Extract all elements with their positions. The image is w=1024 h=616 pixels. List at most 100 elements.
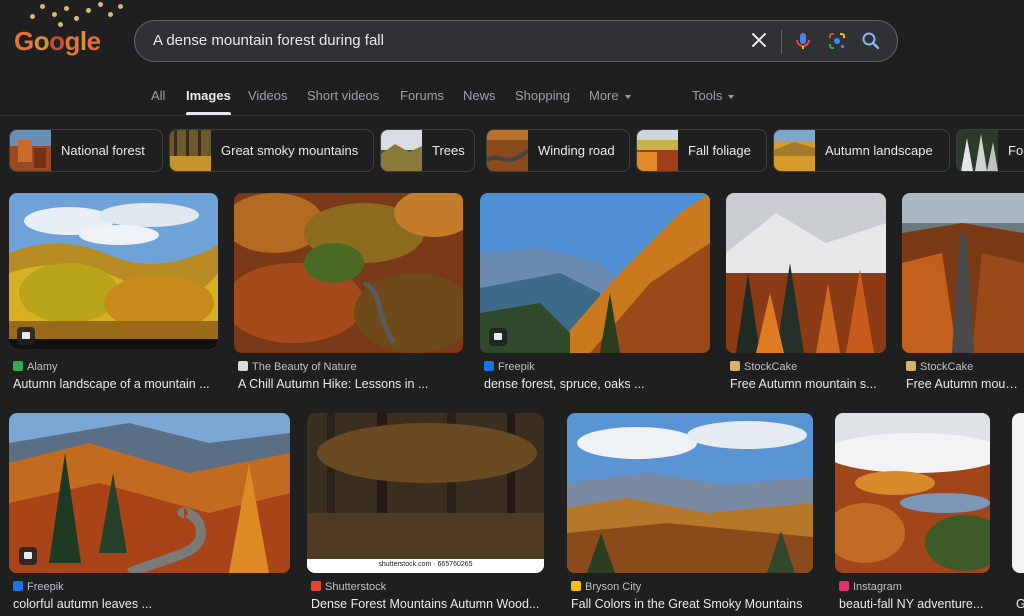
image-result[interactable]: Alamy Autumn landscape of a mountain ... [9, 193, 218, 393]
chip-fall-foliage[interactable]: Fall foliage [636, 129, 767, 172]
result-source[interactable]: Freepik [484, 361, 535, 373]
microphone-icon[interactable] [791, 29, 815, 53]
tab-news[interactable]: News [463, 88, 496, 103]
favicon [13, 361, 23, 371]
tab-more-label: More [589, 88, 619, 103]
result-title[interactable]: Free Autumn mountain s... [730, 377, 886, 391]
logo-letter: g [64, 26, 81, 56]
source-name: StockCake [744, 361, 798, 373]
tab-shopping[interactable]: Shopping [515, 88, 570, 103]
winding-road-autumn-image [9, 413, 290, 573]
chip-label: Fo [1008, 143, 1024, 158]
close-icon[interactable] [747, 28, 771, 52]
source-name: Instagram [853, 581, 902, 593]
favicon [839, 581, 849, 591]
image-result[interactable]: shutterstock.com · 665760265 Shutterstoc… [307, 413, 544, 613]
forest-road-image [234, 193, 463, 353]
tab-all[interactable]: All [151, 88, 165, 103]
result-image[interactable] [9, 193, 218, 349]
chip-national-forest[interactable]: National forest [9, 129, 163, 172]
result-image[interactable] [726, 193, 886, 353]
google-logo[interactable]: Google [14, 26, 101, 57]
chip-trees[interactable]: Trees [380, 129, 475, 172]
result-source[interactable]: Alamy [13, 361, 58, 373]
result-title[interactable]: Free Autumn mount... [906, 377, 1024, 391]
logo-letter: e [86, 26, 101, 56]
chip-thumbnail [381, 130, 422, 171]
result-title[interactable]: dense forest, spruce, oaks ... [484, 377, 710, 391]
search-divider [781, 30, 782, 54]
chip-partial[interactable]: Fo [956, 129, 1024, 172]
chip-winding-road[interactable]: Winding road [486, 129, 630, 172]
result-title[interactable]: beauti-fall NY adventure... [839, 597, 990, 611]
result-image[interactable] [234, 193, 463, 353]
image-result[interactable]: StockCake Free Autumn mount... [902, 193, 1024, 393]
result-image[interactable]: shutterstock.com · 665760265 [307, 413, 544, 573]
chip-great-smoky-mountains[interactable]: Great smoky mountains [169, 129, 374, 172]
logo-letter: l [79, 26, 87, 56]
favicon [238, 361, 248, 371]
image-result[interactable]: Bryson City Fall Colors in the Great Smo… [567, 413, 813, 613]
favicon [484, 361, 494, 371]
result-source[interactable]: The Beauty of Nature [238, 361, 357, 373]
search-input[interactable]: A dense mountain forest during fall [153, 32, 384, 49]
tab-forums[interactable]: Forums [400, 88, 444, 103]
source-name: The Beauty of Nature [252, 361, 357, 373]
chip-label: Autumn landscape [825, 143, 933, 158]
tab-videos[interactable]: Videos [248, 88, 288, 103]
result-image[interactable] [567, 413, 813, 573]
misty-mountain-forest-image [726, 193, 886, 353]
result-source[interactable]: StockCake [730, 361, 797, 373]
favicon [906, 361, 916, 371]
image-result[interactable]: Freepik dense forest, spruce, oaks ... [480, 193, 710, 393]
result-image[interactable] [835, 413, 990, 573]
result-source[interactable]: Bryson City [571, 581, 641, 593]
watermark-text: shutterstock.com · 665760265 [307, 561, 544, 568]
result-title[interactable]: A Chill Autumn Hike: Lessons in ... [238, 377, 463, 391]
result-title[interactable]: Autumn landscape of a mountain ... [13, 377, 218, 391]
result-title[interactable]: Fall Colors in the Great Smoky Mountains [571, 597, 813, 611]
image-result[interactable]: Gr [1012, 413, 1024, 613]
image-result[interactable]: Instagram beauti-fall NY adventure... [835, 413, 990, 613]
result-image[interactable] [902, 193, 1024, 353]
chip-label: Winding road [538, 143, 615, 158]
result-source[interactable]: Shutterstock [311, 581, 386, 593]
result-source[interactable]: Freepik [13, 581, 64, 593]
source-name: Freepik [27, 581, 64, 593]
image-result[interactable]: Freepik colorful autumn leaves ... [9, 413, 290, 613]
google-lens-icon[interactable] [825, 29, 849, 53]
search-bar[interactable]: A dense mountain forest during fall [134, 20, 898, 62]
result-source[interactable]: StockCake [906, 361, 973, 373]
logo-letter: G [14, 26, 34, 56]
dense-forest-floor-image [307, 413, 544, 573]
mountain-valley-image [480, 193, 710, 353]
chip-thumbnail [957, 130, 998, 171]
header-divider [0, 115, 1024, 116]
result-title[interactable]: colorful autumn leaves ... [13, 597, 290, 611]
chevron-down-icon [624, 94, 631, 99]
tab-short-videos[interactable]: Short videos [307, 88, 379, 103]
image-result[interactable]: The Beauty of Nature A Chill Autumn Hike… [234, 193, 463, 393]
chip-autumn-landscape[interactable]: Autumn landscape [773, 129, 950, 172]
tab-images[interactable]: Images [186, 88, 231, 115]
result-title[interactable]: Dense Forest Mountains Autumn Wood... [311, 597, 544, 611]
source-name: Bryson City [585, 581, 642, 593]
source-name: StockCake [920, 361, 974, 373]
favicon [311, 581, 321, 591]
chip-label: Great smoky mountains [221, 143, 359, 158]
result-image[interactable] [1012, 413, 1024, 573]
header: Google A dense mountain forest during fa… [0, 0, 1024, 116]
tools-button[interactable]: Tools [692, 88, 735, 103]
search-icon[interactable] [859, 29, 883, 53]
tab-more[interactable]: More [589, 88, 631, 103]
favicon [13, 581, 23, 591]
result-source[interactable]: Instagram [839, 581, 902, 593]
source-name: Freepik [498, 361, 535, 373]
result-image[interactable] [9, 413, 290, 573]
result-image[interactable] [480, 193, 710, 353]
tools-label: Tools [692, 88, 723, 103]
result-title[interactable]: Gr [1016, 597, 1024, 611]
image-result[interactable]: StockCake Free Autumn mountain s... [726, 193, 886, 393]
smoky-mountains-image [567, 413, 813, 573]
source-name: Shutterstock [325, 581, 387, 593]
